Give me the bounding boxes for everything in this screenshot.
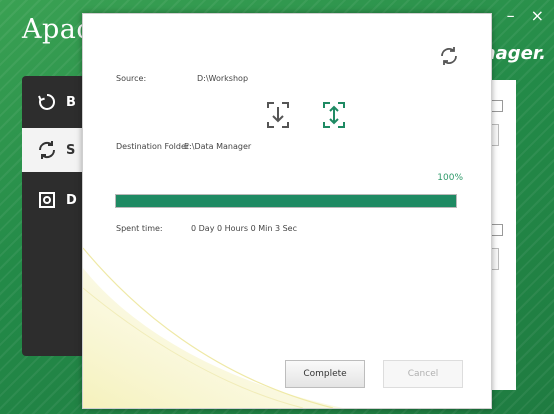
source-label: Source: xyxy=(116,74,147,83)
window-controls: – × xyxy=(507,6,544,25)
progress-percent: 100% xyxy=(437,173,463,183)
sync-progress-dialog: Source: D:\Workshop Destination Folder E… xyxy=(82,13,492,409)
sidebar-item-label: S xyxy=(66,142,76,158)
source-path: D:\Workshop xyxy=(197,74,249,83)
progress-bar xyxy=(115,194,457,208)
disk-icon xyxy=(36,189,58,211)
sync-icon xyxy=(36,139,58,161)
spent-time-value: 0 Day 0 Hours 0 Min 3 Sec xyxy=(191,224,297,233)
sidebar-item-label: D xyxy=(66,192,77,208)
destination-label: Destination Folder xyxy=(116,142,190,151)
bidirectional-transfer-icon xyxy=(321,100,347,130)
cancel-button[interactable]: Cancel xyxy=(383,360,463,388)
backup-icon xyxy=(36,91,58,113)
background-checkbox[interactable] xyxy=(491,224,503,236)
destination-path: E:\Data Manager xyxy=(184,142,252,151)
download-transfer-icon xyxy=(265,100,291,130)
refresh-icon[interactable] xyxy=(437,44,461,68)
spent-time-label: Spent time: xyxy=(116,224,163,233)
complete-button[interactable]: Complete xyxy=(285,360,365,388)
sidebar-item-label: B xyxy=(66,94,76,110)
close-button[interactable]: × xyxy=(531,6,544,25)
background-checkbox[interactable] xyxy=(491,100,503,112)
app-subtitle: nager. xyxy=(482,43,546,64)
progress-bar-fill xyxy=(116,195,456,207)
minimize-button[interactable]: – xyxy=(507,6,515,25)
